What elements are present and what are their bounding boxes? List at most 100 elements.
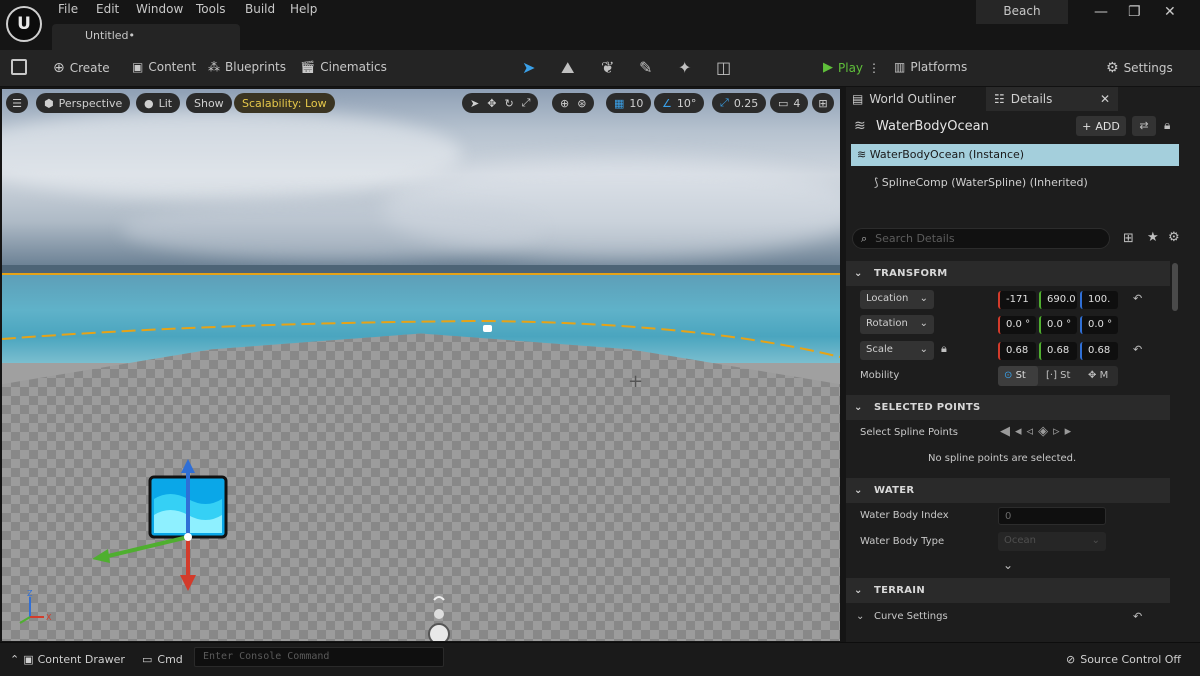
close-icon[interactable]: ✕	[1164, 4, 1176, 20]
select-tool-icon[interactable]: ➤	[470, 97, 479, 110]
scale-z-field[interactable]: 0.68	[1080, 342, 1118, 360]
terminal-icon: ▭	[142, 653, 153, 666]
modeling-mode-icon[interactable]: ◫	[716, 58, 731, 77]
menu-help[interactable]: Help	[290, 2, 317, 16]
landscape-mode-icon[interactable]: ⛰	[561, 58, 574, 78]
fracture-mode-icon[interactable]: ✦	[678, 58, 691, 77]
menu-window[interactable]: Window	[136, 2, 183, 16]
star-icon[interactable]: ★	[1147, 230, 1159, 245]
play-options-icon[interactable]: ⋮	[868, 61, 880, 75]
grid-snap-button[interactable]: ▦ 10	[606, 93, 652, 113]
transform-gizmo[interactable]	[88, 459, 238, 594]
unreal-logo[interactable]: U	[6, 6, 42, 42]
mobility-stationary[interactable]: [·] St	[1038, 366, 1082, 386]
scale-tool-icon[interactable]: ⤢	[522, 96, 531, 110]
mobility-movable[interactable]: ✥ M	[1082, 366, 1118, 386]
rotation-y-field[interactable]: 0.0 °	[1039, 316, 1077, 334]
scalability-button[interactable]: Scalability: Low	[234, 93, 335, 113]
level-viewport[interactable]: + Z X ☰ ⬢ Perspective ● Lit Show Scalabi…	[2, 89, 840, 641]
previous-point-icon[interactable]: ◂	[1015, 424, 1027, 439]
scale-snap-button[interactable]: ⤢ 0.25	[712, 93, 767, 113]
section-selected-points[interactable]: ⌄ SELECTED POINTS	[846, 395, 1170, 420]
settings-button[interactable]: ⚙ Settings	[1106, 60, 1173, 76]
component-instance-row[interactable]: ≋ WaterBodyOcean (Instance)	[851, 144, 1179, 166]
save-icon[interactable]	[11, 59, 27, 75]
perspective-button[interactable]: ⬢ Perspective	[36, 93, 131, 113]
menu-build[interactable]: Build	[245, 2, 275, 16]
content-icon: ▣	[132, 60, 144, 74]
lock-icon[interactable]: 🔒︎	[1164, 118, 1170, 133]
scale-snap-icon: ⤢	[720, 96, 729, 109]
first-point-icon[interactable]: ◀	[1000, 424, 1015, 439]
menu-edit[interactable]: Edit	[96, 2, 119, 16]
world-icon[interactable]: ⊕	[560, 97, 569, 110]
scale-x-field[interactable]: 0.68	[998, 342, 1036, 360]
minimize-icon[interactable]: —	[1094, 4, 1108, 20]
component-spline-row[interactable]: ⟆ SplineComp (WaterSpline) (Inherited)	[874, 176, 1088, 189]
reset-scale-icon[interactable]: ↶	[1133, 343, 1142, 356]
console-input[interactable]: Enter Console Command	[194, 647, 444, 667]
tab-level-untitled[interactable]: Untitled•	[52, 24, 240, 50]
maximize-icon[interactable]: ❐	[1128, 4, 1141, 20]
rotation-snap-button[interactable]: ∠ 10°	[654, 93, 705, 113]
location-z-field[interactable]: 100.	[1080, 291, 1118, 309]
table-view-icon[interactable]: ⊞	[1123, 231, 1134, 246]
mesh-paint-mode-icon[interactable]: ✎	[639, 58, 652, 77]
settings-gear-icon[interactable]: ⚙	[1168, 230, 1180, 245]
content-button[interactable]: ▣ Content	[132, 60, 196, 74]
content-drawer-label: Content Drawer	[37, 653, 125, 666]
rotation-dropdown[interactable]: Rotation ⌄	[860, 315, 934, 334]
menu-file[interactable]: File	[58, 2, 78, 16]
location-x-field[interactable]: -171	[998, 291, 1036, 309]
platforms-icon: ▥	[894, 60, 906, 74]
layout-button[interactable]: ⊞	[812, 93, 834, 113]
foliage-mode-icon[interactable]: ❦	[601, 58, 614, 77]
details-scrollbar[interactable]	[1172, 263, 1178, 311]
show-button[interactable]: Show	[186, 93, 232, 113]
platforms-button[interactable]: ▥ Platforms	[894, 60, 967, 74]
scale-dropdown[interactable]: Scale ⌄	[860, 341, 934, 360]
spline-point-marker[interactable]	[483, 325, 492, 332]
camera-speed-button[interactable]: ▭ 4	[770, 93, 809, 113]
viewport-menu-button[interactable]: ☰	[6, 93, 28, 113]
lit-button[interactable]: ● Lit	[136, 93, 181, 113]
close-tab-icon[interactable]: ✕	[1100, 92, 1110, 106]
all-points-icon[interactable]: ◈	[1038, 424, 1053, 439]
cmd-button[interactable]: ▭ Cmd	[142, 653, 183, 666]
move-tool-icon[interactable]: ✥	[487, 97, 496, 110]
location-dropdown[interactable]: Location ⌄	[860, 290, 934, 309]
expand-advanced-icon[interactable]: ⌄	[1003, 558, 1013, 572]
scale-y-field[interactable]: 0.68	[1039, 342, 1077, 360]
section-water[interactable]: ⌄ WATER	[846, 478, 1170, 503]
reset-location-icon[interactable]: ↶	[1133, 292, 1142, 305]
add-component-button[interactable]: + ADD	[1076, 116, 1126, 136]
create-button[interactable]: ⊕ Create	[53, 60, 110, 76]
menu-tools[interactable]: Tools	[196, 2, 226, 16]
select-mode-icon[interactable]: ➤	[522, 58, 535, 77]
section-terrain[interactable]: ⌄ TERRAIN	[846, 578, 1170, 603]
cinematics-button[interactable]: 🎬︎ Cinematics	[300, 60, 387, 74]
scale-lock-icon[interactable]: 🔒︎	[941, 342, 947, 356]
last-point-icon[interactable]: ▸	[1065, 424, 1077, 439]
tab-world-outliner[interactable]: ▤ World Outliner	[852, 87, 956, 111]
mobility-static[interactable]: ⊙ St	[998, 366, 1038, 386]
no-points-message: No spline points are selected.	[928, 453, 1077, 464]
section-transform[interactable]: ⌄ TRANSFORM	[846, 261, 1170, 286]
reset-curve-icon[interactable]: ↶	[1133, 610, 1142, 623]
location-y-field[interactable]: 690.0	[1039, 291, 1077, 309]
surface-snap-icon[interactable]: ⊛	[577, 97, 586, 110]
content-drawer-button[interactable]: ⌃ ▣ Content Drawer	[10, 653, 125, 666]
play-button[interactable]: ▶ Play ⋮	[823, 60, 880, 75]
rotate-tool-icon[interactable]: ↻	[504, 97, 513, 110]
prev-add-icon[interactable]: ◃	[1027, 424, 1039, 439]
search-details-input[interactable]: ⌕ Search Details	[852, 228, 1110, 249]
player-start-icon[interactable]	[424, 592, 454, 641]
next-add-icon[interactable]: ▹	[1053, 424, 1065, 439]
tab-details[interactable]: ☷ Details ✕	[986, 87, 1118, 111]
curve-settings-collapse-icon[interactable]: ⌄	[856, 611, 864, 622]
source-control-button[interactable]: ⊘ Source Control Off	[1066, 653, 1181, 666]
rotation-z-field[interactable]: 0.0 °	[1080, 316, 1118, 334]
rotation-x-field[interactable]: 0.0 °	[998, 316, 1036, 334]
blueprint-icon[interactable]: ⇄	[1132, 116, 1156, 136]
blueprints-button[interactable]: ⁂ Blueprints	[208, 60, 286, 74]
